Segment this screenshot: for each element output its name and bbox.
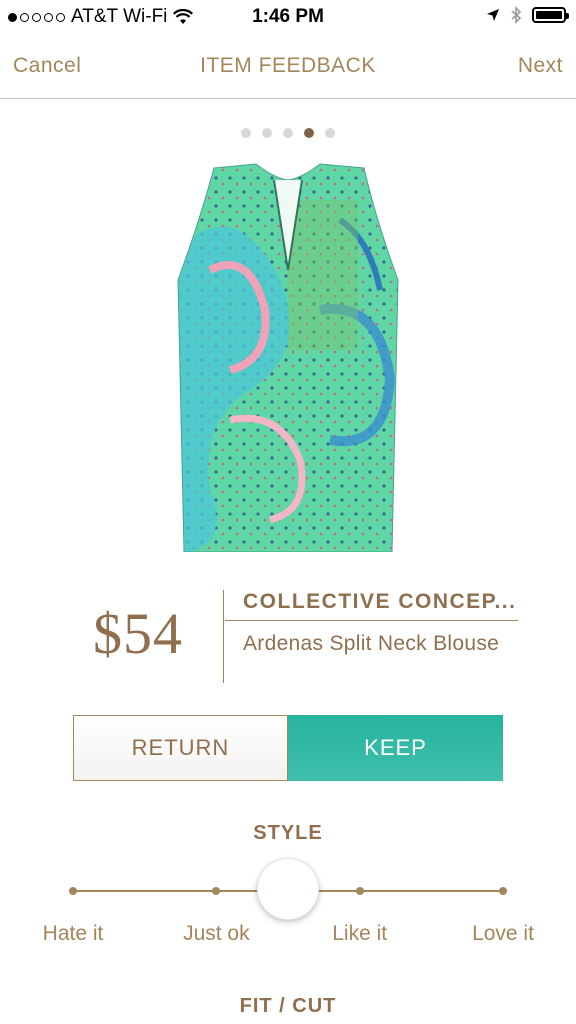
next-button[interactable]: Next (518, 54, 563, 78)
page-dot (325, 128, 335, 138)
page-dot (283, 128, 293, 138)
divider (223, 590, 224, 683)
nav-bar: Cancel ITEM FEEDBACK Next (0, 36, 576, 99)
keep-button[interactable]: KEEP (288, 715, 503, 781)
style-slider-thumb[interactable] (257, 858, 319, 920)
style-slider-tick[interactable] (499, 887, 507, 895)
page-dot (262, 128, 272, 138)
product-image[interactable] (170, 160, 406, 552)
location-arrow-icon (487, 9, 499, 21)
style-slider-tick[interactable] (69, 887, 77, 895)
item-name: Ardenas Split Neck Blouse (243, 632, 500, 655)
page-title: ITEM FEEDBACK (200, 54, 376, 77)
style-option-label[interactable]: Hate it (43, 922, 104, 946)
status-right (486, 6, 569, 24)
battery-icon (532, 7, 569, 23)
brand-name: COLLECTIVE CONCEP... (243, 590, 517, 613)
style-option-label[interactable]: Love it (472, 922, 534, 946)
style-option-label[interactable]: Just ok (183, 922, 250, 946)
page-dot (241, 128, 251, 138)
divider (225, 620, 518, 621)
style-option-label[interactable]: Like it (332, 922, 387, 946)
page-dot (304, 128, 314, 138)
style-slider-tick[interactable] (355, 887, 364, 895)
style-slider-tick[interactable] (212, 887, 221, 895)
status-bar: AT&T Wi-Fi 1:46 PM (0, 0, 576, 36)
return-button[interactable]: RETURN (73, 715, 288, 781)
page-indicator (0, 128, 576, 138)
fit-section-title: FIT / CUT (239, 995, 337, 1017)
style-section-title: STYLE (253, 822, 323, 844)
price-label: $54 (93, 601, 183, 666)
bluetooth-icon (511, 6, 522, 24)
